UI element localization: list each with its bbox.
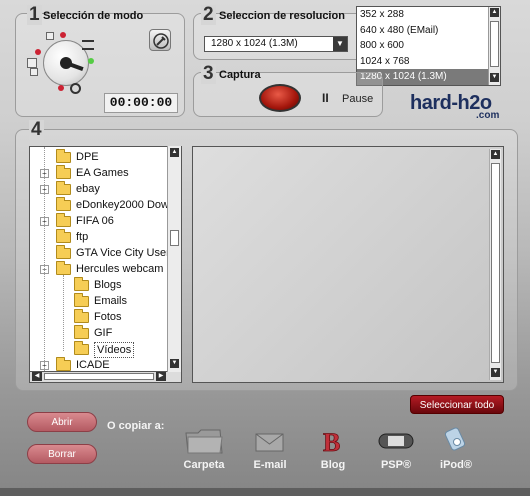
folder-icon <box>74 309 89 323</box>
record-button[interactable] <box>259 84 301 112</box>
mode-indicator-top <box>60 32 66 38</box>
copy-destination-label: iPod® <box>440 459 472 471</box>
tree-item-label: FIFA 06 <box>76 215 114 227</box>
scroll-thumb[interactable] <box>491 163 500 363</box>
tree-item-label: ebay <box>76 183 100 195</box>
folder-icon <box>74 293 89 307</box>
copy-destination-label: PSP® <box>380 459 412 471</box>
folder-tree[interactable]: DPE + EA Games + ebay eDonkey2000 Dow + … <box>29 146 182 372</box>
folder-icon <box>56 229 71 243</box>
resolution-option[interactable]: 352 x 288 <box>357 7 489 23</box>
tree-item-label: Hercules webcam <box>76 263 164 275</box>
section-number-2: 2 <box>201 4 216 25</box>
timer-mode-icon[interactable] <box>70 83 81 94</box>
tree-item-label: GTA Vice City User <box>76 247 170 259</box>
capture-title: Captura <box>219 69 261 81</box>
scroll-up-icon[interactable]: ▲ <box>490 8 499 17</box>
window-bottom-edge <box>0 488 530 496</box>
camera-mode-icon[interactable] <box>46 32 54 40</box>
resolution-selected-value: 1280 x 1024 (1.3M) <box>211 38 298 49</box>
record-timer: 00:00:00 <box>104 93 178 113</box>
folder-icon <box>56 181 71 195</box>
folder-icon <box>74 325 89 339</box>
app-window: 1 Selección de modo 00:00:00 2 Seleccion… <box>0 0 530 496</box>
wrench-icon <box>153 33 169 49</box>
tree-item-label: GIF <box>94 327 113 339</box>
resolution-option[interactable]: 800 x 600 <box>357 38 489 54</box>
preview-scrollbar[interactable]: ▲ ▼ <box>489 149 501 380</box>
tree-item-label: ftp <box>76 231 89 243</box>
tree-item-label: DPE <box>76 151 99 163</box>
folder-icon <box>56 213 71 227</box>
tree-item-label: ICADE <box>76 359 110 371</box>
section-number-4: 4 <box>29 119 44 140</box>
folder-icon <box>56 149 71 163</box>
svg-text:B: B <box>323 428 340 455</box>
scroll-down-icon[interactable]: ▼ <box>491 368 500 377</box>
psp-icon <box>378 433 414 449</box>
resolution-option[interactable]: 1024 x 768 <box>357 54 489 70</box>
folder-icon <box>185 429 223 454</box>
resolution-option[interactable]: 640 x 480 (EMail) <box>357 23 489 39</box>
dropdown-scrollbar[interactable]: ▲ ▼ <box>488 7 500 85</box>
tree-item-label: EA Games <box>76 167 129 179</box>
mode-indicator-left <box>35 49 41 55</box>
mode-title: Selección de modo <box>43 10 144 22</box>
folder-icon <box>56 357 71 371</box>
tree-item-label: Blogs <box>94 279 122 291</box>
blog-icon: B <box>323 428 341 455</box>
scroll-thumb[interactable] <box>170 230 179 246</box>
copy-destination-label: E-mail <box>253 459 287 471</box>
pause-icon[interactable]: II <box>322 91 329 105</box>
scroll-thumb[interactable] <box>44 373 154 380</box>
select-all-button[interactable]: Seleccionar todo <box>410 395 504 414</box>
dial-center <box>60 57 72 69</box>
resolution-select[interactable]: 1280 x 1024 (1.3M) ▼ <box>204 36 348 52</box>
copy-destination-label: Carpeta <box>183 459 225 471</box>
scroll-thumb[interactable] <box>490 21 499 67</box>
tree-horizontal-scrollbar[interactable]: ◀ ▶ <box>29 372 182 383</box>
pause-label[interactable]: Pause <box>342 93 373 105</box>
scroll-up-icon[interactable]: ▲ <box>491 150 500 159</box>
folder-open-icon <box>74 341 89 355</box>
preview-area[interactable]: ▲ ▼ <box>192 146 504 383</box>
scroll-left-icon[interactable]: ◀ <box>32 372 42 381</box>
tree-item-label: Emails <box>94 295 128 307</box>
open-button[interactable]: Abrir <box>27 412 97 432</box>
tree-item-label: eDonkey2000 Dow <box>76 199 169 211</box>
folder-icon <box>56 165 71 179</box>
mode-indicator-bottom <box>58 85 64 91</box>
scroll-right-icon[interactable]: ▶ <box>156 372 166 381</box>
folder-open-icon <box>56 261 71 275</box>
photo-mode-icon[interactable] <box>27 58 37 68</box>
section-number-1: 1 <box>27 4 42 25</box>
section-number-3: 3 <box>201 63 216 84</box>
tree-item-label: Fotos <box>94 311 122 323</box>
copy-destination-label: Blog <box>320 459 346 471</box>
ipod-icon <box>444 427 466 451</box>
brand-logo-suffix: .com <box>476 110 500 121</box>
burst-mode-icon[interactable] <box>82 40 94 50</box>
copy-to-label: O copiar a: <box>107 420 165 432</box>
scroll-down-icon[interactable]: ▼ <box>170 359 179 368</box>
video-mode-icon[interactable] <box>30 68 38 76</box>
mode-indicator-right <box>88 58 94 64</box>
tree-item-label: Vídeos <box>94 342 135 358</box>
folder-icon <box>74 277 89 291</box>
tree-guide-line <box>63 275 64 351</box>
tree-vertical-scrollbar[interactable]: ▲ ▼ <box>167 146 181 372</box>
resolution-title: Seleccion de resolucion <box>219 10 345 22</box>
folder-icon <box>56 197 71 211</box>
settings-button[interactable] <box>149 29 171 51</box>
delete-button[interactable]: Borrar <box>27 444 97 464</box>
tree-guide-line <box>44 147 45 371</box>
scroll-up-icon[interactable]: ▲ <box>170 148 179 157</box>
folder-icon <box>56 245 71 259</box>
chevron-down-icon[interactable]: ▼ <box>333 37 347 51</box>
envelope-icon <box>255 433 284 452</box>
scroll-down-icon[interactable]: ▼ <box>490 73 499 82</box>
